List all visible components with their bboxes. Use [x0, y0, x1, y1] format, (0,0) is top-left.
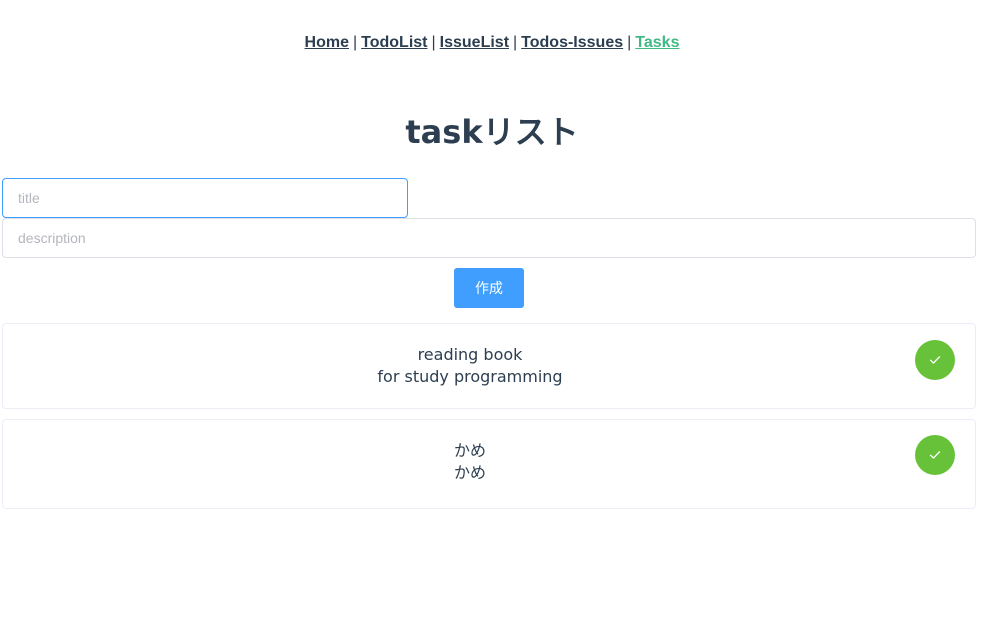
page-title: taskリスト [405, 113, 579, 151]
task-card: かめ かめ [2, 419, 976, 509]
task-description-input[interactable] [2, 218, 976, 258]
nav-separator: | [513, 34, 518, 51]
nav-link-todos-issues[interactable]: Todos-Issues [521, 34, 623, 51]
task-title: かめ [453, 441, 486, 460]
nav-separator: | [352, 34, 358, 51]
task-title-input[interactable] [2, 178, 408, 218]
task-card: reading book for study programming [2, 323, 976, 409]
complete-task-button[interactable] [915, 435, 955, 475]
nav-separator: | [431, 34, 436, 51]
nav-link-home[interactable]: Home [305, 34, 349, 51]
create-task-button[interactable]: 作成 [454, 268, 524, 308]
check-icon [929, 355, 941, 365]
check-icon [929, 450, 941, 460]
task-description: かめ [453, 463, 486, 482]
nav-separator: | [627, 34, 632, 51]
task-texts: reading book for study programming [3, 344, 937, 388]
nav-link-todolist[interactable]: TodoList [361, 34, 427, 51]
nav-link-issuelist[interactable]: IssueList [440, 34, 509, 51]
task-title: reading book [417, 345, 523, 364]
nav-link-tasks[interactable]: Tasks [635, 34, 679, 51]
task-description: for study programming [377, 367, 563, 386]
complete-task-button[interactable] [915, 340, 955, 380]
top-nav: Home | TodoList | IssueList | Todos-Issues | Tas… [0, 34, 984, 52]
task-texts: かめ かめ [3, 440, 937, 484]
